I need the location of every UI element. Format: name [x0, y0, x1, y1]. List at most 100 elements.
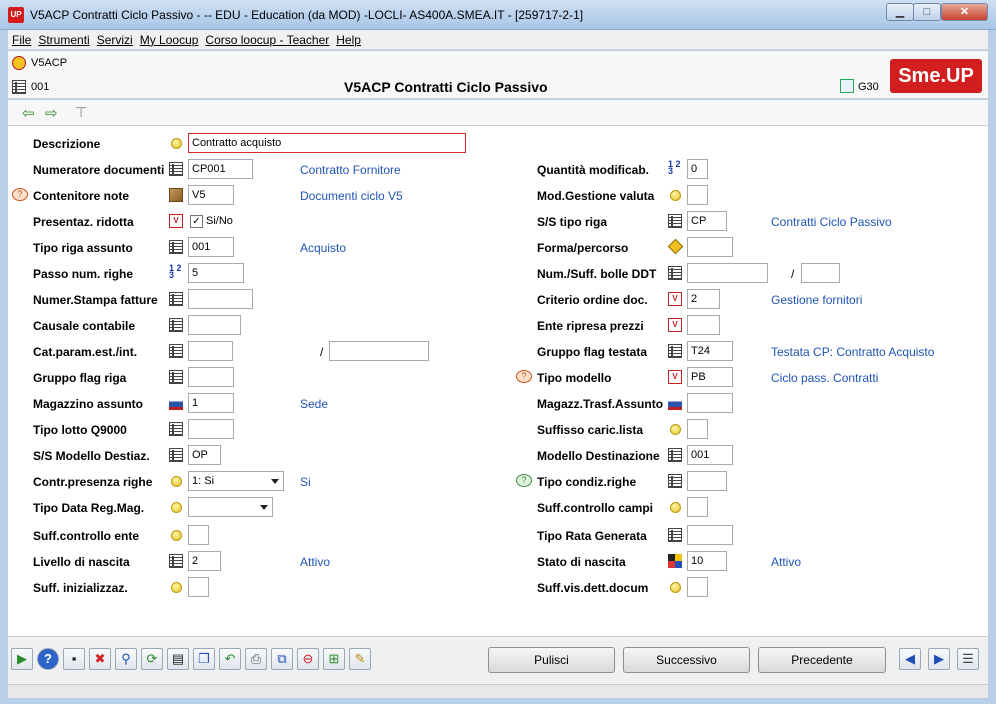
suffisso-caric-lista-input[interactable] — [687, 419, 708, 439]
tipo-modello-input[interactable]: PB — [687, 367, 733, 387]
copy-icon[interactable]: ❐ — [193, 648, 215, 670]
window-titlebar: UP V5ACP Contratti Ciclo Passivo - -- ED… — [0, 0, 996, 30]
numeric-icon: 1 23 — [169, 263, 182, 280]
table-icon — [668, 448, 682, 462]
stop-icon[interactable]: ⊖ — [297, 648, 319, 670]
label-magazz-trasf-assunto: Magazz.Trasf.Assunto — [537, 397, 664, 411]
menu-bar: File Strumenti Servizi My Loocup Corso loocu… — [8, 30, 988, 50]
table-icon — [169, 292, 183, 306]
menu-my-loocup[interactable]: My Loocup — [136, 30, 202, 47]
pulisci-button[interactable]: Pulisci — [488, 647, 615, 673]
presentaz-ridotta-checkbox[interactable]: ✓ — [190, 215, 203, 228]
contr-presenza-righe-value: 1: Si — [192, 475, 215, 487]
tree-icon[interactable]: ⊤ — [75, 104, 87, 121]
contr-presenza-righe-desc: Si — [300, 475, 311, 489]
contenitore-note-input[interactable]: V5 — [188, 185, 234, 205]
warehouse-icon — [169, 396, 183, 410]
label-gruppo-flag-testata: Gruppo flag testata — [537, 345, 648, 359]
numeratore-documenti-desc: Contratto Fornitore — [300, 163, 401, 177]
label-criterio-ordine-doc: Criterio ordine doc. — [537, 293, 648, 307]
cancel-icon[interactable]: ✖ — [89, 648, 111, 670]
minimize-button[interactable]: ▁ — [886, 3, 914, 21]
magazzino-assunto-input[interactable]: 1 — [188, 393, 234, 413]
ente-ripresa-prezzi-input[interactable] — [687, 315, 720, 335]
suff-bolle-ddt-input[interactable] — [801, 263, 840, 283]
stato-di-nascita-input[interactable]: 10 — [687, 551, 727, 571]
passo-num-righe-input[interactable]: 5 — [188, 263, 244, 283]
numeric-icon: 1 23 — [668, 159, 681, 176]
save-icon[interactable]: ▤ — [167, 648, 189, 670]
prev-arrow-icon[interactable]: ◀ — [899, 648, 921, 670]
precedente-button[interactable]: Precedente — [758, 647, 886, 673]
suff-inizializzaz-input[interactable] — [188, 577, 209, 597]
gruppo-flag-testata-input[interactable]: T24 — [687, 341, 733, 361]
gruppo-flag-testata-desc: Testata CP: Contratto Acquisto — [771, 345, 935, 359]
list-icon[interactable]: ☰ — [957, 648, 979, 670]
header-code: V5ACP — [31, 57, 68, 69]
table-icon — [169, 344, 183, 358]
contr-presenza-righe-select[interactable]: 1: Si — [188, 471, 284, 491]
label-mod-gestione-valuta: Mod.Gestione valuta — [537, 189, 655, 203]
help-icon[interactable]: ? — [37, 648, 59, 670]
next-arrow-icon[interactable]: ▶ — [928, 648, 950, 670]
info-dot-icon — [670, 582, 681, 593]
tipo-rata-generata-input[interactable] — [687, 525, 733, 545]
wand-icon[interactable]: ✎ — [349, 648, 371, 670]
gruppo-flag-riga-input[interactable] — [188, 367, 234, 387]
back-arrow-icon[interactable]: ⇦ — [22, 104, 35, 122]
causale-contabile-input[interactable] — [188, 315, 241, 335]
criterio-ordine-doc-input[interactable]: 2 — [687, 289, 720, 309]
magazz-trasf-assunto-input[interactable] — [687, 393, 733, 413]
tipo-lotto-input[interactable] — [188, 419, 234, 439]
refresh-icon[interactable]: ⟳ — [141, 648, 163, 670]
suff-controllo-campi-input[interactable] — [687, 497, 708, 517]
export-icon[interactable]: ⊞ — [323, 648, 345, 670]
modello-destinazione-input[interactable]: 001 — [687, 445, 733, 465]
successivo-button[interactable]: Successivo — [623, 647, 750, 673]
num-bolle-ddt-input[interactable] — [687, 263, 768, 283]
terminal-icon[interactable]: ▪ — [63, 648, 85, 670]
suff-controllo-ente-input[interactable] — [188, 525, 209, 545]
status-bar — [8, 684, 988, 698]
table-icon — [169, 422, 183, 436]
mod-gestione-valuta-input[interactable] — [687, 185, 708, 205]
search-icon[interactable]: ⚲ — [115, 648, 137, 670]
maximize-button[interactable]: □ — [913, 3, 941, 21]
forward-arrow-icon[interactable]: ⇨ — [45, 104, 58, 122]
note-bubble-icon[interactable]: ? — [516, 474, 532, 487]
label-quantita-modificab: Quantità modificab. — [537, 163, 650, 177]
print-icon[interactable]: ⎙ — [245, 648, 267, 670]
menu-corso-loocup[interactable]: Corso loocup - Teacher — [201, 30, 332, 47]
tipo-riga-assunto-input[interactable]: 001 — [188, 237, 234, 257]
duplicate-icon[interactable]: ⧉ — [271, 648, 293, 670]
menu-strumenti[interactable]: Strumenti — [34, 30, 92, 47]
edit-icon[interactable] — [840, 79, 854, 93]
forma-percorso-input[interactable] — [687, 237, 733, 257]
table-icon — [668, 214, 682, 228]
table-icon — [169, 240, 183, 254]
cat-param-input-2[interactable] — [329, 341, 429, 361]
suff-vis-dett-docum-input[interactable] — [687, 577, 708, 597]
note-bubble-icon[interactable]: ? — [12, 188, 28, 201]
presentaz-ridotta-label: Si/No — [206, 215, 233, 227]
descrizione-input[interactable]: Contratto acquisto — [188, 133, 466, 153]
note-bubble-icon[interactable]: ? — [516, 370, 532, 383]
quantita-modificab-input[interactable]: 0 — [687, 159, 708, 179]
livello-di-nascita-input[interactable]: 2 — [188, 551, 221, 571]
close-button[interactable]: ✕ — [941, 3, 988, 21]
cat-param-input[interactable] — [188, 341, 233, 361]
menu-servizi[interactable]: Servizi — [93, 30, 136, 47]
smeup-logo: Sme.UP — [890, 59, 982, 93]
ss-tipo-riga-input[interactable]: CP — [687, 211, 727, 231]
play-icon[interactable]: ▶ — [11, 648, 33, 670]
menu-help[interactable]: Help — [332, 30, 364, 47]
tipo-condiz-righe-input[interactable] — [687, 471, 727, 491]
undo-icon[interactable]: ↶ — [219, 648, 241, 670]
menu-file[interactable]: File — [8, 30, 34, 47]
secondary-toolbar: ⇦ ⇨ ⊤ — [8, 100, 988, 126]
numer-stampa-fatture-input[interactable] — [188, 289, 253, 309]
tipo-data-reg-mag-select[interactable] — [188, 497, 273, 517]
ss-modello-destiaz-input[interactable]: OP — [188, 445, 221, 465]
numeratore-documenti-input[interactable]: CP001 — [188, 159, 253, 179]
label-ente-ripresa-prezzi: Ente ripresa prezzi — [537, 319, 644, 333]
